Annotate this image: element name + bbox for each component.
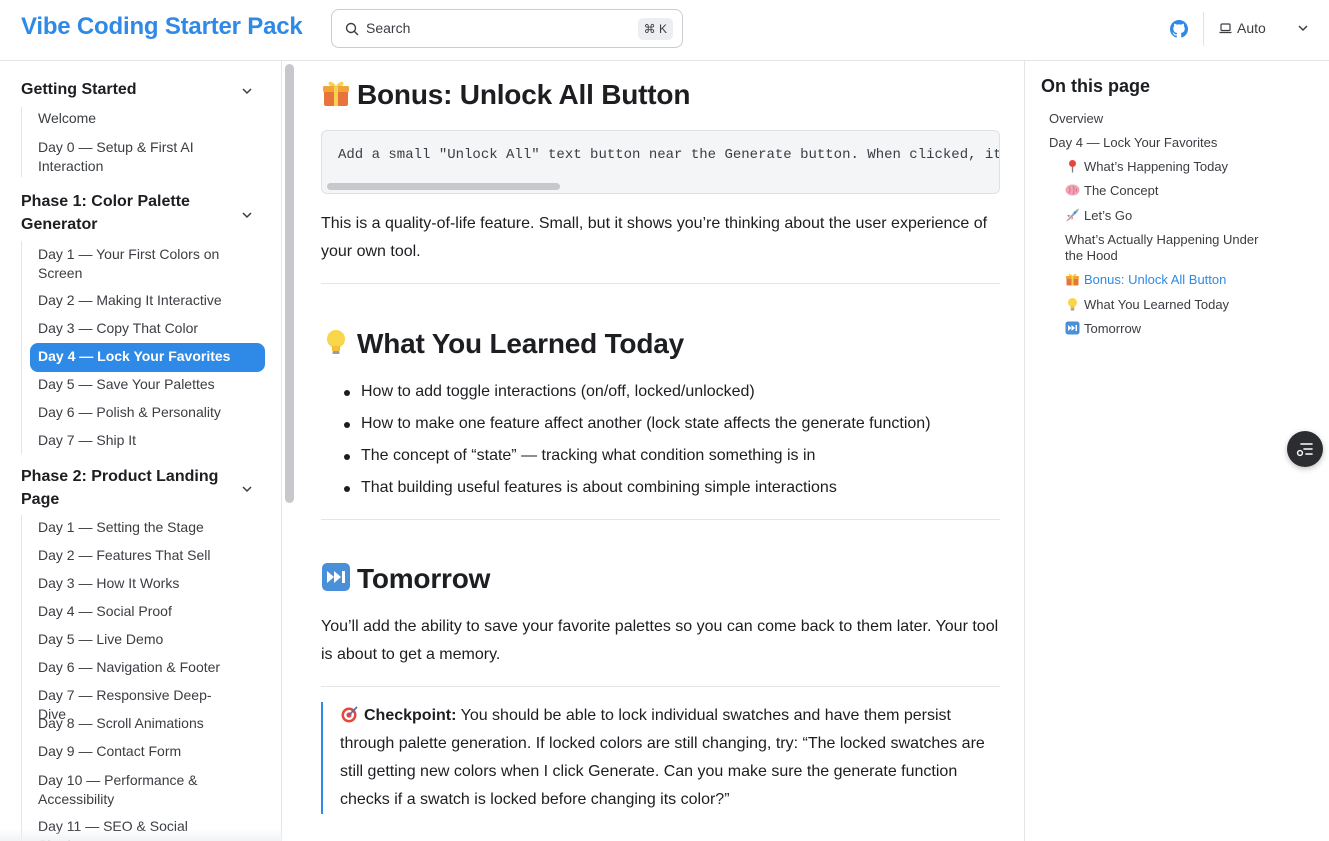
toc-item[interactable]: Overview xyxy=(1049,111,1103,127)
sidebar-item[interactable]: Day 9 — Contact Form xyxy=(38,742,238,761)
sidebar-item-active[interactable]: Day 4 — Lock Your Favorites xyxy=(30,343,265,372)
code-block[interactable]: Add a small "Unlock All" text button nea… xyxy=(321,130,1000,194)
sidebar-item[interactable]: Day 0 — Setup & First AI Interaction xyxy=(38,138,238,176)
bullet xyxy=(344,486,350,492)
toc-item[interactable]: The Concept xyxy=(1065,183,1158,199)
sidebar-group-phase-1[interactable]: Phase 1: Color Palette Generator xyxy=(21,191,226,236)
rocket-icon xyxy=(1066,208,1079,222)
pin-icon xyxy=(1069,160,1076,173)
toc-title: On this page xyxy=(1041,76,1151,96)
list-item: How to make one feature affect another (… xyxy=(361,415,931,432)
toc-item[interactable]: Let’s Go xyxy=(1065,208,1132,224)
checkpoint-callout: Checkpoint: You should be able to lock i… xyxy=(321,702,1001,814)
toc-item-label: Tomorrow xyxy=(1084,321,1142,336)
sidebar-item[interactable]: Day 6 — Navigation & Footer xyxy=(38,658,238,677)
sidebar-item[interactable]: Day 7 — Ship It xyxy=(38,431,238,450)
sidebar-group-phase-2[interactable]: Phase 2: Product Landing Page xyxy=(21,466,226,511)
sidebar-item-label: Day 4 — Lock Your Favorites xyxy=(38,348,231,364)
checkpoint-label: Checkpoint: xyxy=(364,707,457,724)
heading-learned-text: What You Learned Today xyxy=(357,328,684,359)
sidebar-item[interactable]: Day 2 — Making It Interactive xyxy=(38,291,238,310)
toc-item-active[interactable]: Bonus: Unlock All Button xyxy=(1065,272,1226,288)
bonus-paragraph: This is a quality-of-life feature. Small… xyxy=(321,215,988,260)
toc-item-label: Let’s Go xyxy=(1084,208,1133,223)
fast-forward-icon xyxy=(322,563,350,591)
heading-tomorrow-text: Tomorrow xyxy=(357,563,491,594)
sidebar-group-line xyxy=(21,515,22,841)
theme-label: Auto xyxy=(1237,20,1266,36)
toc-item-label: The Concept xyxy=(1084,183,1159,198)
table-of-contents xyxy=(1024,61,1329,841)
gift-icon xyxy=(1066,273,1079,286)
sidebar-scrollbar[interactable] xyxy=(285,64,294,503)
search-box[interactable]: Search ⌘ K xyxy=(331,9,683,48)
github-icon[interactable] xyxy=(1170,20,1188,38)
checkpoint-text: Checkpoint: You should be able to lock i… xyxy=(340,702,1002,814)
sidebar-group-line xyxy=(21,107,22,177)
search-placeholder: Search xyxy=(366,20,411,36)
bullet xyxy=(344,422,350,428)
heading-tomorrow: Tomorrow xyxy=(321,562,490,595)
lightbulb-icon xyxy=(327,330,345,354)
sidebar-item[interactable]: Day 1 — Setting the Stage xyxy=(38,518,238,537)
chevron-down-icon xyxy=(1298,25,1308,32)
sidebar-item[interactable]: Day 1 — Your First Colors on Screen xyxy=(38,245,238,283)
site-brand[interactable]: Vibe Coding Starter Pack xyxy=(21,13,303,41)
search-icon xyxy=(345,22,359,36)
sidebar-fade xyxy=(0,829,282,841)
sidebar-item[interactable]: Day 4 — Social Proof xyxy=(38,602,238,621)
toc-item-label: Bonus: Unlock All Button xyxy=(1084,272,1227,287)
sidebar-item[interactable]: Day 3 — Copy That Color xyxy=(38,319,238,338)
toc-item-label: What’s Happening Today xyxy=(1084,159,1229,174)
floating-toc-button[interactable] xyxy=(1287,431,1323,467)
toc-item[interactable]: What You Learned Today xyxy=(1065,297,1229,313)
chevron-down-icon[interactable] xyxy=(241,209,253,221)
sidebar-item[interactable]: Day 6 — Polish & Personality xyxy=(38,403,238,422)
brain-icon xyxy=(1065,184,1080,196)
sidebar-group-line xyxy=(21,241,22,454)
code-line: Add a small "Unlock All" text button nea… xyxy=(338,147,1000,163)
top-navbar: Vibe Coding Starter Pack Search ⌘ K Auto xyxy=(0,0,1329,61)
divider xyxy=(321,283,1000,284)
sidebar-item[interactable]: Day 5 — Save Your Palettes xyxy=(38,375,238,394)
gift-icon xyxy=(323,81,349,106)
sidebar-item[interactable]: Welcome xyxy=(38,109,238,128)
sidebar-item[interactable]: Day 10 — Performance & Accessibility xyxy=(38,771,218,809)
fast-forward-icon xyxy=(1065,321,1080,335)
code-scrollbar[interactable] xyxy=(327,183,560,190)
sidebar-item[interactable]: Day 3 — How It Works xyxy=(38,574,238,593)
bullet xyxy=(344,390,350,396)
sidebar-item[interactable]: Day 2 — Features That Sell xyxy=(38,546,238,565)
header-divider xyxy=(1203,12,1204,46)
heading-bonus: Bonus: Unlock All Button xyxy=(321,78,690,111)
sidebar-item[interactable]: Day 8 — Scroll Animations xyxy=(38,714,238,733)
sidebar-group-getting-started[interactable]: Getting Started xyxy=(21,79,226,102)
search-shortcut: ⌘ K xyxy=(637,18,673,40)
list-item: The concept of “state” — tracking what c… xyxy=(361,447,816,464)
heading-learned: What You Learned Today xyxy=(321,327,684,360)
tomorrow-paragraph: You’ll add the ability to save your favo… xyxy=(321,618,999,663)
list-item: That building useful features is about c… xyxy=(361,479,837,496)
list-settings-icon xyxy=(1296,443,1313,457)
chevron-down-icon[interactable] xyxy=(241,85,253,97)
toc-item[interactable]: What’s Actually Happening Under the Hood xyxy=(1065,232,1275,264)
sidebar-item[interactable]: Day 5 — Live Demo xyxy=(38,630,238,649)
toc-item[interactable]: What’s Happening Today xyxy=(1065,159,1228,175)
toc-item[interactable]: Day 4 — Lock Your Favorites xyxy=(1049,135,1217,151)
divider xyxy=(321,686,1000,687)
divider xyxy=(321,519,1000,520)
list-item: How to add toggle interactions (on/off, … xyxy=(361,383,755,400)
bullet xyxy=(344,454,350,460)
chevron-down-icon[interactable] xyxy=(241,483,253,495)
heading-bonus-text: Bonus: Unlock All Button xyxy=(357,79,691,110)
laptop-icon xyxy=(1219,23,1232,34)
target-icon xyxy=(341,706,358,723)
lightbulb-icon xyxy=(1068,298,1077,311)
toc-item-label: What You Learned Today xyxy=(1084,297,1230,312)
toc-item[interactable]: Tomorrow xyxy=(1065,321,1141,337)
